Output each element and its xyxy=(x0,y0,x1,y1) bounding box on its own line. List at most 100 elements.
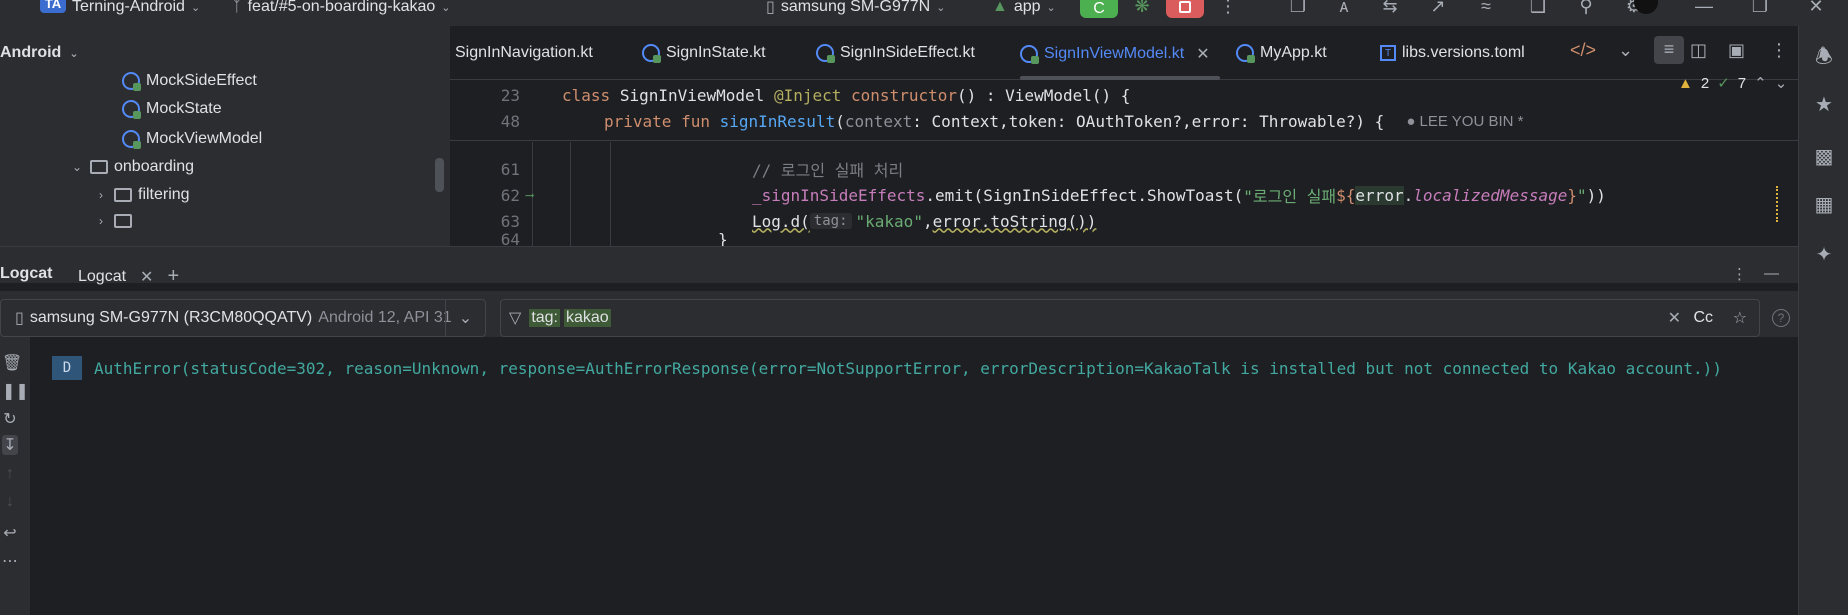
stop-button[interactable] xyxy=(1166,0,1204,18)
active-tab-indicator xyxy=(1020,76,1220,80)
inspection-widget[interactable]: ▲ 2 ✓ 7 ⌃ ⌄ xyxy=(1678,74,1788,93)
restore-icon[interactable]: ❐ xyxy=(1748,0,1772,17)
more-icon[interactable]: ⋯ xyxy=(2,551,18,571)
more-actions-icon[interactable]: ⋮ xyxy=(1216,0,1240,17)
logcat-tab[interactable]: Logcat ✕ + xyxy=(78,265,179,288)
add-tab-icon[interactable]: + xyxy=(167,265,179,288)
chevron-down-icon[interactable]: ⌄ xyxy=(445,300,485,336)
code-line-23[interactable]: 23 class SignInViewModel @Inject constru… xyxy=(450,82,1798,108)
project-selector[interactable]: TA Terning-Android ⌄ xyxy=(40,0,200,15)
logcat-title: Logcat xyxy=(0,265,53,282)
tree-item-mocksideeffect[interactable]: MockSideEffect xyxy=(122,72,257,91)
tree-item-label: filtering xyxy=(138,186,190,203)
gradle-icon[interactable]: ★ xyxy=(1813,92,1835,117)
device-manager-icon[interactable]: ❐ xyxy=(1286,0,1310,17)
running-devices-icon[interactable]: ▦ xyxy=(1813,192,1835,217)
logcat-options-icon[interactable]: ⋮ xyxy=(1732,265,1747,283)
next-occurrence-icon[interactable]: ↓ xyxy=(2,493,18,511)
minimize-icon[interactable]: — xyxy=(1692,0,1716,17)
tree-item-mockstate[interactable]: MockState xyxy=(122,100,222,119)
logcat-device-selector[interactable]: ▯ samsung SM-G977N (R3CM80QQATV) Android… xyxy=(0,299,486,337)
tab-signinviewmodel[interactable]: SignInViewModel.kt ✕ xyxy=(1020,44,1210,64)
device-explorer-icon[interactable]: ▩ xyxy=(1813,144,1835,169)
notifications-bell-icon[interactable]: 🕭 xyxy=(1813,42,1835,76)
phone-icon: ▯ xyxy=(15,310,24,327)
editor-more-icon[interactable]: ⋮ xyxy=(1770,40,1788,61)
previous-occurrence-icon[interactable]: ↑ xyxy=(2,465,18,483)
tab-myapp[interactable]: MyApp.kt xyxy=(1236,44,1327,63)
code-only-view-icon[interactable]: ≡ xyxy=(1654,36,1684,64)
translate-icon[interactable]: ᴀ xyxy=(1332,0,1356,17)
author-hint[interactable]: ● LEE YOU BIN * xyxy=(1406,113,1523,130)
debug-icon[interactable]: ❋ xyxy=(1130,0,1154,17)
favorite-star-icon[interactable]: ☆ xyxy=(1733,308,1747,328)
search-icon[interactable]: ⚲ xyxy=(1574,0,1598,17)
tree-item-mockviewmodel[interactable]: MockViewModel xyxy=(122,130,262,149)
kotlin-class-icon xyxy=(642,44,661,63)
split-view-icon[interactable]: ◫ xyxy=(1690,40,1707,61)
identifier: error xyxy=(1355,185,1404,205)
tab-signinnavigation[interactable]: SignInNavigation.kt xyxy=(455,44,593,62)
chevron-right-icon[interactable]: › xyxy=(94,214,108,228)
project-scrollbar[interactable] xyxy=(435,158,444,192)
code-line-62[interactable]: 62 ⟶ _signInSideEffects .emit(SignInSideE… xyxy=(450,182,1798,208)
log-entry[interactable]: D AuthError(statusCode=302, reason=Unkno… xyxy=(30,355,1798,381)
tab-close-icon[interactable]: ✕ xyxy=(1196,44,1209,64)
git-commit-icon[interactable]: ⇆ xyxy=(1378,0,1402,17)
project-pane: Android ⌄ MockSideEffect MockState MockV… xyxy=(0,26,450,246)
close-icon[interactable]: ✕ xyxy=(1804,0,1828,17)
kotlin-class-icon xyxy=(122,100,141,119)
code-line-61[interactable]: 61 // 로그인 실패 처리 xyxy=(450,156,1798,182)
clear-logcat-icon[interactable]: 🗑 xyxy=(2,353,22,373)
line-number: 48 xyxy=(500,111,520,131)
tree-item-onboarding[interactable]: ⌄ onboarding xyxy=(70,158,194,176)
tabs-menu-chevron-icon[interactable]: ⌄ xyxy=(1618,40,1633,61)
tree-item-filtering[interactable]: › filtering xyxy=(94,186,190,204)
pause-icon[interactable]: ❚❚ xyxy=(2,381,29,401)
chevron-down-icon[interactable]: ⌄ xyxy=(70,160,84,174)
previous-highlight-icon[interactable]: ⌃ xyxy=(1754,74,1767,92)
gutter-run-icon[interactable]: ⟶ xyxy=(526,188,544,202)
kotlin-class-icon xyxy=(1236,44,1255,63)
tab-libs-versions[interactable]: T libs.versions.toml xyxy=(1380,44,1525,62)
code-line-63[interactable]: 63 Log.d( tag: "kakao", error .toString()) xyxy=(450,208,1798,234)
logcat-output[interactable]: D AuthError(statusCode=302, reason=Unkno… xyxy=(30,355,1798,381)
profiler-icon[interactable]: ≈ xyxy=(1474,0,1498,17)
code-line-64[interactable]: 64 } xyxy=(450,232,1798,246)
parameter-hint: tag: xyxy=(809,213,852,229)
tab-signinstate[interactable]: SignInState.kt xyxy=(642,44,766,63)
device-selector[interactable]: ▯ samsung SM-G977N ⌄ xyxy=(766,0,945,16)
close-tab-icon[interactable]: ✕ xyxy=(140,267,153,287)
logcat-left-toolbar: 🗑 ❚❚ ↻ ↧ ↑ ↓ ↩ ⋯ xyxy=(0,337,30,615)
code-view-icon[interactable]: </> xyxy=(1570,40,1596,61)
git-push-icon[interactable]: ↗ xyxy=(1426,0,1450,17)
restart-icon[interactable]: ↻ xyxy=(2,409,18,429)
next-highlight-icon[interactable]: ⌄ xyxy=(1775,74,1788,92)
error-stripe-mark[interactable] xyxy=(1776,186,1786,222)
code-line-48[interactable]: 48 private fun signInResult(context: Con… xyxy=(450,108,1798,134)
check-icon: ✓ xyxy=(1717,75,1730,92)
design-view-icon[interactable]: ▣ xyxy=(1728,40,1745,61)
comment: // 로그인 실패 처리 xyxy=(752,161,904,180)
code-icon[interactable]: ❑ xyxy=(1526,0,1550,17)
branch-selector[interactable]: ᛉ feat/#5-on-boarding-kakao ⌄ xyxy=(232,0,451,15)
string-literal: "kakao" xyxy=(855,211,923,231)
scroll-to-end-icon[interactable]: ↧ xyxy=(2,435,18,455)
hide-panel-icon[interactable]: — xyxy=(1764,265,1779,282)
match-case-toggle[interactable]: Cc xyxy=(1693,309,1713,327)
soft-wrap-icon[interactable]: ↩ xyxy=(2,523,18,543)
tab-signinsideeffect[interactable]: SignInSideEffect.kt xyxy=(816,44,975,63)
passed-count: 7 xyxy=(1737,74,1747,92)
chevron-right-icon[interactable]: › xyxy=(94,188,108,202)
logcat-filter-input[interactable]: ▽ tag: kakao ✕ Cc ☆ xyxy=(500,299,1760,337)
run-config-selector[interactable]: ▲ app ⌄ xyxy=(992,0,1056,15)
help-icon[interactable]: ? xyxy=(1772,309,1790,327)
project-view-selector[interactable]: Android ⌄ xyxy=(0,44,79,62)
kotlin-class-icon xyxy=(1020,45,1039,64)
clear-filter-icon[interactable]: ✕ xyxy=(1668,308,1681,328)
template-delim: ${ xyxy=(1336,185,1356,205)
run-button[interactable]: C xyxy=(1080,0,1118,18)
tree-item-partial[interactable]: › xyxy=(94,214,132,228)
gemini-sparkle-icon[interactable]: ✦ xyxy=(1813,242,1835,267)
code-text: )) xyxy=(1586,185,1606,205)
